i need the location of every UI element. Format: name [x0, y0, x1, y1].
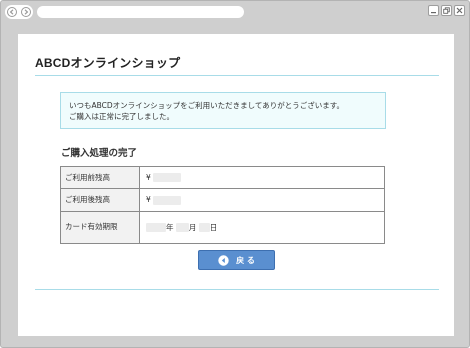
restore-icon: [443, 7, 450, 14]
nav-buttons: [5, 5, 33, 19]
footer-divider: [35, 289, 439, 290]
minimize-button[interactable]: [428, 5, 439, 16]
card-expiry-value: 年 月 日: [139, 210, 385, 245]
day-unit: 日: [209, 222, 218, 232]
browser-window: ABCDオンラインショップ いつもABCDオンラインショップをご利用いただきまし…: [0, 0, 470, 348]
section-title: ご購入処理の完了: [61, 148, 138, 159]
table-row: ご利用前残高 ¥: [60, 165, 385, 190]
header-divider: [35, 75, 439, 76]
back-arrow-icon: [218, 254, 229, 266]
masked-amount: [153, 173, 182, 183]
forward-icon[interactable]: [21, 7, 31, 17]
balance-after-value: ¥: [139, 188, 385, 212]
masked-day: [198, 223, 210, 233]
balance-after-label: ご利用後残高: [60, 188, 140, 212]
balance-before-label: ご利用前残高: [60, 165, 140, 190]
currency-symbol: ¥: [146, 195, 151, 205]
currency-symbol: ¥: [146, 172, 151, 182]
masked-month: [175, 223, 189, 233]
shop-title: ABCDオンラインショップ: [35, 56, 181, 70]
close-icon: [456, 7, 463, 14]
masked-amount: [153, 195, 182, 205]
month-unit: 月: [188, 222, 197, 232]
minimize-icon: [431, 12, 436, 14]
back-button[interactable]: 戻 る: [198, 250, 275, 270]
thank-you-notice: いつもABCDオンラインショップをご利用いただきましてありがとうございます。 ご…: [60, 92, 386, 129]
close-button[interactable]: [454, 5, 465, 16]
balance-before-value: ¥: [139, 165, 385, 190]
title-bar: [1, 1, 469, 23]
table-row: ご利用後残高 ¥: [60, 188, 385, 212]
notice-line-1: いつもABCDオンラインショップをご利用いただきましてありがとうございます。: [69, 101, 344, 110]
window-controls: [428, 5, 465, 16]
page-content: ABCDオンラインショップ いつもABCDオンラインショップをご利用いただきまし…: [18, 34, 454, 336]
notice-line-2: ご購入は正常に完了しました。: [69, 112, 174, 121]
back-icon[interactable]: [7, 7, 17, 17]
address-bar[interactable]: [37, 6, 244, 18]
back-button-label: 戻 る: [236, 255, 255, 265]
year-unit: 年: [166, 222, 174, 232]
card-expiry-label: カード有効期限: [60, 210, 140, 245]
purchase-details-table: ご利用前残高 ¥ ご利用後残高 ¥ カード有効期限 年 月 日: [60, 165, 385, 245]
masked-year: [146, 223, 166, 233]
table-row: カード有効期限 年 月 日: [60, 210, 385, 245]
restore-button[interactable]: [441, 5, 452, 16]
